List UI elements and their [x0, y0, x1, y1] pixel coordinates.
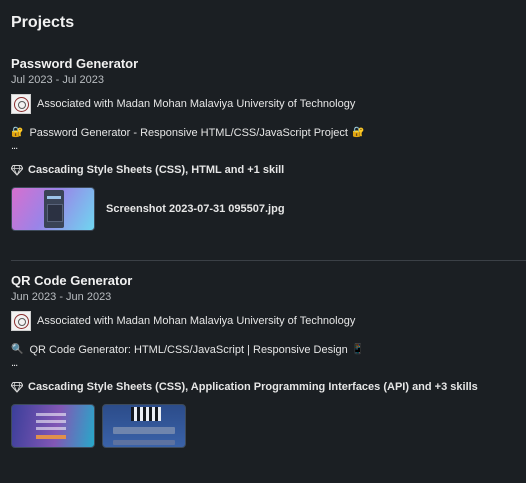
phone-icon: 📱 [351, 344, 365, 355]
project-item: Password Generator Jul 2023 - Jul 2023 A… [11, 56, 526, 231]
projects-panel: Projects Password Generator Jul 2023 - J… [0, 0, 526, 483]
project-media[interactable] [11, 404, 526, 448]
project-dates: Jul 2023 - Jul 2023 [11, 74, 104, 86]
magnifier-icon: 🔍 [11, 344, 24, 355]
lock-key-icon: 🔐 [351, 127, 365, 138]
media-thumbnail[interactable] [102, 404, 186, 448]
project-name[interactable]: Password Generator [11, 56, 526, 72]
see-more-ellipsis[interactable]: ... [11, 358, 526, 369]
description-text: Password Generator - Responsive HTML/CSS… [29, 127, 348, 139]
divider [11, 260, 526, 261]
project-description: 🔐 Password Generator - Responsive HTML/C… [11, 126, 526, 140]
skills-text: Cascading Style Sheets (CSS), Applicatio… [28, 381, 478, 393]
project-media[interactable]: Screenshot 2023-07-31 095507.jpg [11, 187, 526, 231]
association-text: Associated with Madan Mohan Malaviya Uni… [37, 98, 356, 110]
project-item: QR Code Generator Jun 2023 - Jun 2023 As… [11, 273, 526, 448]
section-title: Projects [11, 14, 75, 31]
project-dates: Jun 2023 - Jun 2023 [11, 291, 112, 303]
project-name[interactable]: QR Code Generator [11, 273, 526, 289]
project-skills[interactable]: Cascading Style Sheets (CSS), HTML and +… [11, 163, 526, 177]
media-label[interactable]: Screenshot 2023-07-31 095507.jpg [106, 203, 285, 215]
gem-icon [11, 164, 23, 176]
skills-text: Cascading Style Sheets (CSS), HTML and +… [28, 164, 285, 176]
university-logo-icon[interactable] [11, 94, 31, 114]
project-association: Associated with Madan Mohan Malaviya Uni… [11, 94, 526, 114]
project-skills[interactable]: Cascading Style Sheets (CSS), Applicatio… [11, 380, 526, 394]
media-thumbnail[interactable] [11, 187, 95, 231]
media-thumbnail[interactable] [11, 404, 95, 448]
association-text: Associated with Madan Mohan Malaviya Uni… [37, 315, 356, 327]
description-text: QR Code Generator: HTML/CSS/JavaScript |… [29, 344, 348, 356]
project-association: Associated with Madan Mohan Malaviya Uni… [11, 311, 526, 331]
see-more-ellipsis[interactable]: ... [11, 141, 526, 152]
gem-icon [11, 381, 23, 393]
lock-key-icon: 🔐 [11, 127, 24, 138]
university-logo-icon[interactable] [11, 311, 31, 331]
project-description: 🔍 QR Code Generator: HTML/CSS/JavaScript… [11, 343, 526, 357]
